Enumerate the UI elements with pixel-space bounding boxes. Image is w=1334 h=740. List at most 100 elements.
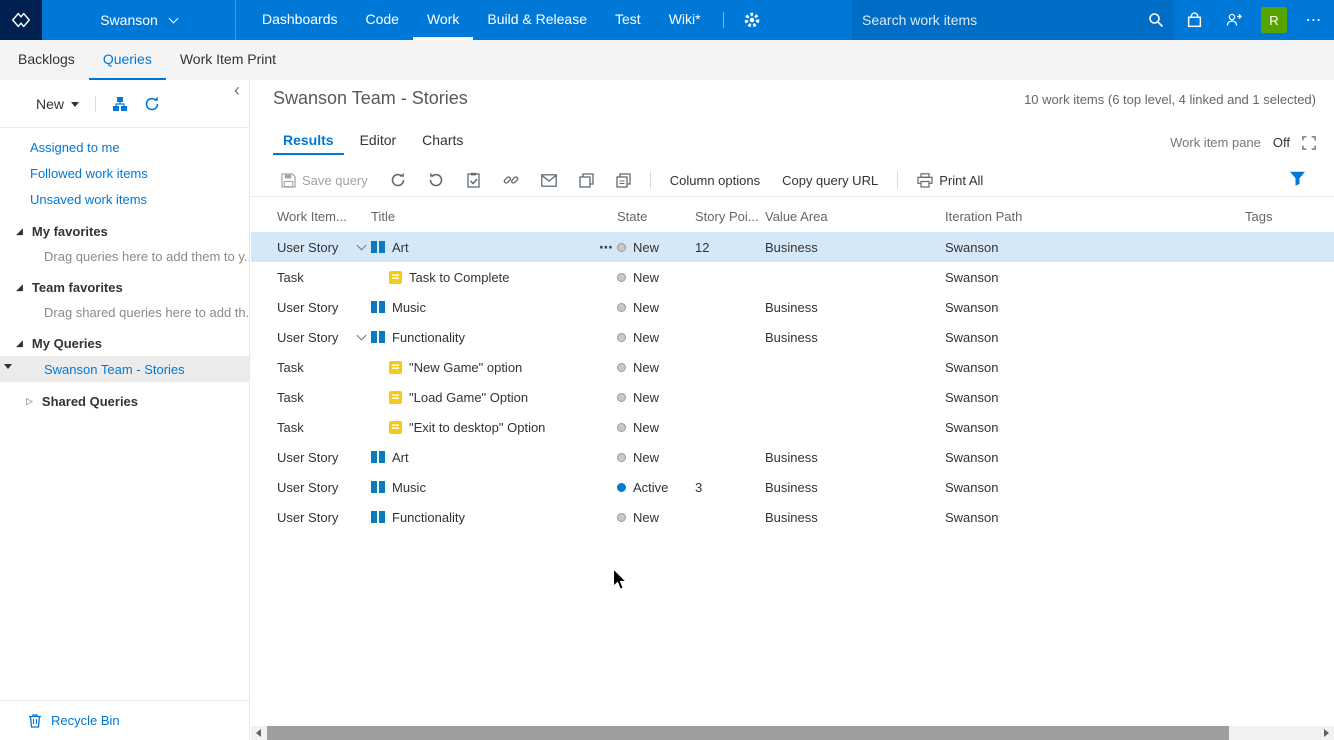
link-icon[interactable] [495,164,527,196]
work-item-title-link[interactable]: "New Game" option [409,360,522,375]
more-actions-ellipsis-icon[interactable]: ⋯ [1294,0,1334,40]
queries-sidebar: ‹ New Assigned to me Followed work items… [0,80,250,740]
table-row[interactable]: User StoryMusicActive3BusinessSwanson [251,472,1334,502]
work-item-title-link[interactable]: "Exit to desktop" Option [409,420,545,435]
work-item-title-link[interactable]: Music [392,300,426,315]
column-header-title[interactable]: Title [351,209,617,224]
table-row[interactable]: Task"New Game" optionNewSwanson [251,352,1334,382]
column-header-value-area[interactable]: Value Area [765,209,945,224]
copy-query-url-button[interactable]: Copy query URL [774,164,886,196]
table-row[interactable]: TaskTask to CompleteNewSwanson [251,262,1334,292]
search-input[interactable] [862,12,1148,28]
table-row[interactable]: User StoryFunctionalityNewBusinessSwanso… [251,322,1334,352]
copy-work-items-icon[interactable] [608,164,639,196]
nav-dashboards[interactable]: Dashboards [248,0,352,40]
tab-work-item-print[interactable]: Work Item Print [166,40,290,80]
nav-work[interactable]: Work [413,0,473,40]
scrollbar-thumb[interactable] [267,726,1229,740]
sidebar-collapse-icon[interactable]: ‹ [234,81,240,99]
column-header-tags[interactable]: Tags [1245,209,1334,224]
column-header-story-points[interactable]: Story Poi... [695,209,765,224]
tab-charts[interactable]: Charts [412,132,473,155]
section-my-favorites[interactable]: ◢ My favorites [0,212,249,241]
chevron-down-icon[interactable] [356,241,366,251]
feedback-icon[interactable] [1214,0,1254,40]
email-query-icon[interactable] [533,164,565,196]
toolbar-divider [650,171,651,189]
table-row[interactable]: Task"Load Game" OptionNewSwanson [251,382,1334,412]
search-icon[interactable] [1148,12,1164,28]
state-cell: New [617,510,695,525]
state-dot-icon [617,453,626,462]
query-context-menu-icon[interactable] [4,364,12,373]
tab-editor[interactable]: Editor [350,132,407,155]
value-area-cell: Business [765,480,945,495]
work-item-title-link[interactable]: Art [392,240,409,255]
work-item-title-link[interactable]: Music [392,480,426,495]
section-my-queries[interactable]: ◢ My Queries [0,324,249,353]
recycle-bin-link[interactable]: Recycle Bin [0,700,249,740]
work-item-title-cell: "Exit to desktop" Option [351,417,617,437]
column-header-work-item-type[interactable]: Work Item... [277,209,351,224]
fullscreen-icon[interactable] [1302,136,1316,150]
column-header-state[interactable]: State [617,209,695,224]
print-all-button[interactable]: Print All [909,164,991,196]
scroll-right-arrow-icon[interactable] [1320,726,1334,740]
avatar-initial: R [1261,7,1287,33]
save-query-button[interactable]: Save query [273,164,376,196]
table-row[interactable]: User StoryArt⋯New12BusinessSwanson [251,232,1334,262]
query-shortcut-links: Assigned to me Followed work items Unsav… [0,128,249,212]
refresh-icon[interactable] [144,96,160,112]
table-row[interactable]: User StoryMusicNewBusinessSwanson [251,292,1334,322]
query-item-swanson-team-stories[interactable]: Swanson Team - Stories [0,356,249,382]
iteration-path-cell: Swanson [945,270,1245,285]
link-assigned-to-me[interactable]: Assigned to me [0,134,249,160]
link-followed-work-items[interactable]: Followed work items [0,160,249,186]
chevron-down-icon [168,13,178,23]
refresh-icon[interactable] [382,164,414,196]
user-story-icon [371,451,385,463]
link-unsaved-work-items[interactable]: Unsaved work items [0,186,249,212]
nav-code[interactable]: Code [352,0,413,40]
nav-test[interactable]: Test [601,0,655,40]
nav-build-release[interactable]: Build & Release [473,0,601,40]
state-cell: New [617,240,695,255]
work-item-title-link[interactable]: Functionality [392,510,465,525]
settings-gear-icon[interactable] [732,0,772,40]
column-options-button[interactable]: Column options [662,164,768,196]
tab-queries[interactable]: Queries [89,40,166,80]
work-item-pane-label: Work item pane [1170,135,1261,150]
iteration-path-cell: Swanson [945,480,1245,495]
user-avatar[interactable]: R [1254,0,1294,40]
tab-backlogs[interactable]: Backlogs [4,40,89,80]
table-row[interactable]: User StoryFunctionalityNewBusinessSwanso… [251,502,1334,532]
new-folder-icon[interactable] [112,96,128,112]
vsts-logo-icon[interactable] [0,0,42,40]
project-selector[interactable]: Swanson [42,0,236,40]
work-item-pane-value-dropdown[interactable]: Off [1273,135,1290,150]
work-item-title-link[interactable]: "Load Game" Option [409,390,528,405]
tab-results[interactable]: Results [273,132,344,155]
chevron-down-icon[interactable] [356,331,366,341]
marketplace-bag-icon[interactable] [1174,0,1214,40]
work-item-title-link[interactable]: Art [392,450,409,465]
horizontal-scrollbar[interactable] [251,726,1334,740]
row-context-menu-button[interactable]: ⋯ [599,239,613,256]
table-row[interactable]: Task"Exit to desktop" OptionNewSwanson [251,412,1334,442]
open-in-new-window-icon[interactable] [571,164,602,196]
new-query-button[interactable]: New [36,96,79,112]
clipboard-check-icon[interactable] [458,164,489,196]
section-expanded-icon: ◢ [16,339,23,348]
chevron-down-icon [71,102,79,111]
section-shared-queries[interactable]: ▷ Shared Queries [0,382,249,411]
column-header-iteration-path[interactable]: Iteration Path [945,209,1245,224]
work-item-title-link[interactable]: Functionality [392,330,465,345]
section-team-favorites[interactable]: ◢ Team favorites [0,268,249,297]
revert-changes-icon[interactable] [420,164,452,196]
scroll-left-arrow-icon[interactable] [251,726,265,740]
work-item-title-link[interactable]: Task to Complete [409,270,509,285]
filter-icon[interactable] [1289,171,1306,186]
table-row[interactable]: User StoryArtNewBusinessSwanson [251,442,1334,472]
nav-wiki[interactable]: Wiki* [655,0,715,40]
work-item-title-cell: "New Game" option [351,357,617,377]
